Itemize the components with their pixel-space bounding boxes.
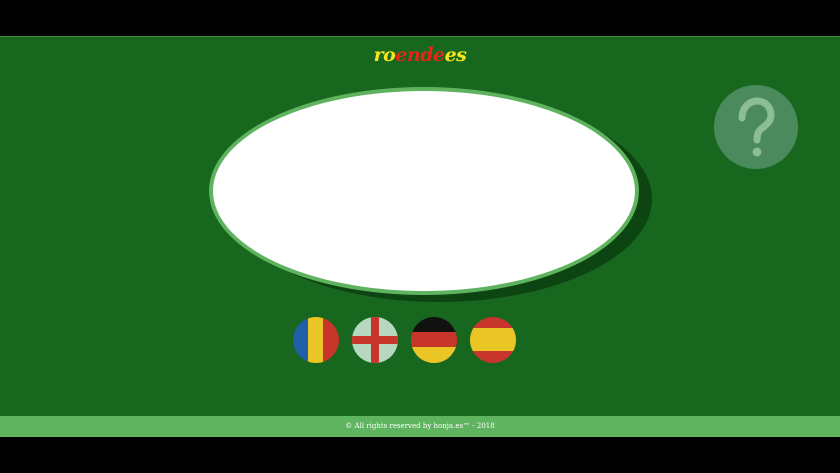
- top-black-bar: [0, 0, 840, 36]
- logo[interactable]: roendees: [0, 44, 840, 66]
- romania-flag-icon: [293, 317, 339, 363]
- app-area: roendees: [0, 36, 840, 416]
- england-flag-icon: [352, 317, 398, 363]
- spain-flag-icon: [470, 317, 516, 363]
- logo-part-ro: ro: [373, 44, 396, 66]
- copyright-text: © All rights reserved by honja.es™ - 201…: [345, 422, 495, 430]
- logo-part-ende: ende: [395, 44, 445, 66]
- germany-flag-icon: [411, 317, 457, 363]
- flag-button-de[interactable]: [411, 317, 457, 363]
- word-card[interactable]: [209, 87, 639, 295]
- flag-button-es[interactable]: [470, 317, 516, 363]
- logo-part-es: es: [444, 44, 467, 66]
- footer: © All rights reserved by honja.es™ - 201…: [0, 416, 840, 437]
- question-mark-icon: [738, 97, 775, 157]
- flag-button-en[interactable]: [352, 317, 398, 363]
- flag-button-ro[interactable]: [293, 317, 339, 363]
- bottom-black-bar: [0, 437, 840, 473]
- help-button[interactable]: [714, 85, 798, 169]
- language-selector: [293, 317, 523, 363]
